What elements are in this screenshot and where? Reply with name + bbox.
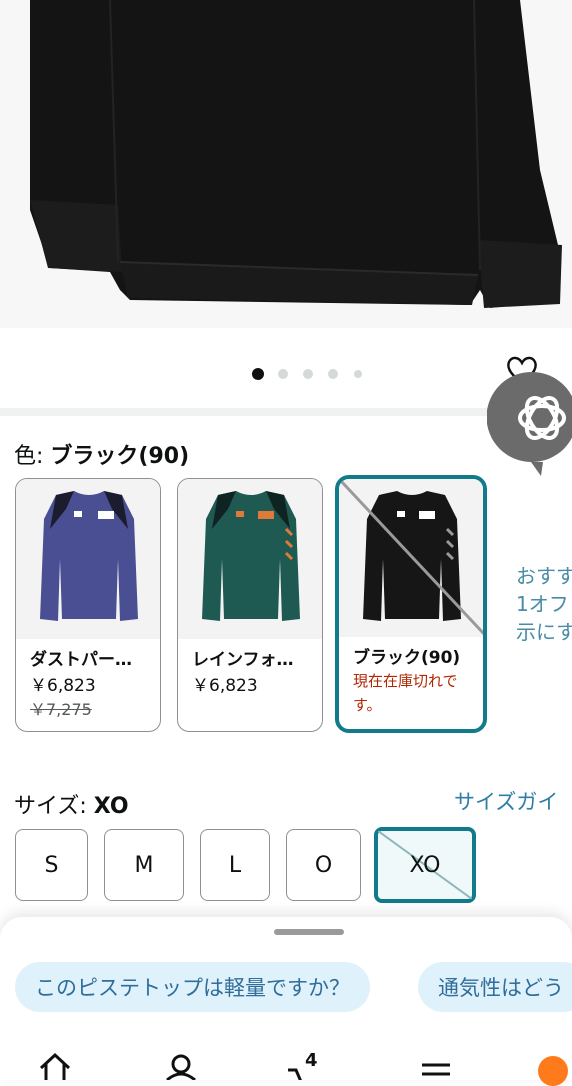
size-option-m[interactable]: M [104,829,184,901]
color-label-prefix: 色: [14,444,51,469]
swatch-original-price: ￥7,275 [30,700,92,719]
hint-line: 示にす [516,620,572,644]
suggested-question-chip[interactable]: 通気性はどう [418,962,572,1012]
size-option-label: XO [409,852,441,878]
hint-line: おすす [516,564,572,588]
swatch-image [16,479,160,639]
out-of-stock-text: 現在在庫切れです。 [353,672,458,714]
sheet-handle[interactable] [274,929,344,935]
product-image[interactable] [0,0,572,328]
suggested-question-chip[interactable]: このピステトップは軽量ですか？ [15,962,370,1012]
swatch-image [178,479,322,639]
more-colors-hint[interactable]: おすす 1オフ 示にす [516,562,572,646]
swatch-price: ￥6,823 [192,676,258,696]
swatch-name: ダストパー… [30,650,132,670]
gallery-dot[interactable] [328,369,338,379]
size-option-xo[interactable]: XO [374,827,476,903]
size-option-l[interactable]: L [200,829,270,901]
swatch-price: ￥6,823 [30,676,96,696]
gallery-dot[interactable] [354,370,362,378]
gallery-dot[interactable] [278,369,288,379]
gallery-dot[interactable] [252,368,264,380]
menu-icon[interactable] [420,1062,452,1084]
selected-size: XO [93,794,129,819]
color-label: 色: ブラック(90) [14,438,189,470]
size-guide-link[interactable]: サイズガイ [454,786,558,816]
hint-line: 1オフ [516,592,569,616]
size-label-prefix: サイズ: [14,794,94,819]
size-option-s[interactable]: S [15,829,88,901]
selected-color: ブラック(90) [50,444,190,469]
account-icon[interactable] [165,1050,197,1084]
swatch-name: ブラック(90) [353,648,461,668]
cart-count: 4 [305,1050,318,1071]
size-label: サイズ: XO [14,788,129,820]
color-swatch-rain-forest[interactable]: レインフォ… ￥6,823 [177,478,323,732]
ai-assistant-button[interactable] [486,371,572,476]
rufus-icon[interactable] [538,1056,568,1086]
home-icon[interactable] [38,1050,72,1084]
color-swatch-black[interactable]: ブラック(90) 現在在庫切れです。 [335,475,487,733]
size-option-o[interactable]: O [286,829,361,901]
swatch-name: レインフォ… [192,650,294,670]
swatch-image [339,479,483,637]
color-swatch-dust-purple[interactable]: ダストパー… ￥6,823 ￥7,275 [15,478,161,732]
gallery-dot[interactable] [303,369,313,379]
